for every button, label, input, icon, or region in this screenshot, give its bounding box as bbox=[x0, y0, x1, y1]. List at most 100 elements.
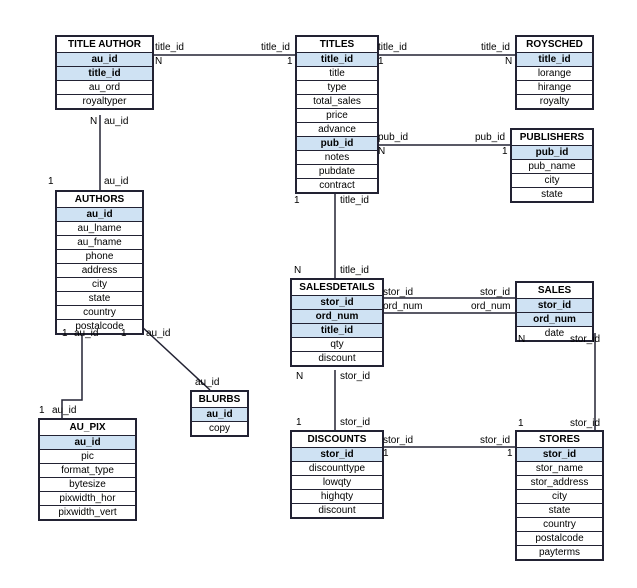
entity-header: AUTHORS bbox=[57, 192, 142, 208]
entity-column: au_id bbox=[57, 208, 142, 222]
entity-column: country bbox=[57, 306, 142, 320]
entity-column: discounttype bbox=[292, 462, 382, 476]
entity-column: ord_num bbox=[292, 310, 382, 324]
entity-column: postalcode bbox=[517, 532, 602, 546]
entity-column: notes bbox=[297, 151, 377, 165]
rel-card: 1 bbox=[378, 56, 384, 67]
entity-column: stor_address bbox=[517, 476, 602, 490]
entity-header: TITLES bbox=[297, 37, 377, 53]
entity-column: au_ord bbox=[57, 81, 152, 95]
rel-label: au_id bbox=[195, 377, 219, 388]
entity-column: advance bbox=[297, 123, 377, 137]
entity-column: state bbox=[512, 188, 592, 201]
entity-column: pubdate bbox=[297, 165, 377, 179]
rel-card: 1 bbox=[502, 146, 508, 157]
rel-card: 1 bbox=[62, 328, 68, 339]
entity-header: AU_PIX bbox=[40, 420, 135, 436]
rel-label: ord_num bbox=[471, 301, 510, 312]
entity-header: DISCOUNTS bbox=[292, 432, 382, 448]
rel-card: N bbox=[90, 116, 97, 127]
entity-column: discount bbox=[292, 504, 382, 517]
entity-column: type bbox=[297, 81, 377, 95]
rel-card: 1 bbox=[507, 448, 513, 459]
entity-column: total_sales bbox=[297, 95, 377, 109]
rel-label: au_id bbox=[74, 328, 98, 339]
entity-column: phone bbox=[57, 250, 142, 264]
entity-column: format_type bbox=[40, 464, 135, 478]
entity-column: title_id bbox=[292, 324, 382, 338]
rel-label: pub_id bbox=[378, 132, 408, 143]
entity-header: STORES bbox=[517, 432, 602, 448]
rel-label: pub_id bbox=[475, 132, 505, 143]
rel-label: stor_id bbox=[340, 371, 370, 382]
entity-header: BLURBS bbox=[192, 392, 247, 408]
rel-card: 1 bbox=[48, 176, 54, 187]
rel-label: title_id bbox=[155, 42, 184, 53]
entity-column: stor_id bbox=[517, 448, 602, 462]
entity-header: SALESDETAILS bbox=[292, 280, 382, 296]
entity-column: bytesize bbox=[40, 478, 135, 492]
entity-column: highqty bbox=[292, 490, 382, 504]
rel-card: 1 bbox=[39, 405, 45, 416]
entity-titles: TITLEStitle_idtitletypetotal_salespricea… bbox=[295, 35, 379, 194]
rel-label: stor_id bbox=[480, 287, 510, 298]
rel-card: N bbox=[505, 56, 512, 67]
entity-column: payterms bbox=[517, 546, 602, 559]
entity-column: hirange bbox=[517, 81, 592, 95]
rel-card: N bbox=[296, 371, 303, 382]
rel-label: au_id bbox=[104, 176, 128, 187]
rel-label: stor_id bbox=[570, 418, 600, 429]
entity-column: pub_id bbox=[297, 137, 377, 151]
entity-column: contract bbox=[297, 179, 377, 192]
entity-column: au_fname bbox=[57, 236, 142, 250]
entity-title-author: TITLE AUTHORau_idtitle_idau_ordroyaltype… bbox=[55, 35, 154, 110]
rel-card: N bbox=[518, 334, 525, 345]
entity-column: discount bbox=[292, 352, 382, 365]
rel-label: au_id bbox=[146, 328, 170, 339]
entity-header: SALES bbox=[517, 283, 592, 299]
entity-column: royaltyper bbox=[57, 95, 152, 108]
rel-label: ord_num bbox=[383, 301, 422, 312]
entity-discounts: DISCOUNTSstor_iddiscounttypelowqtyhighqt… bbox=[290, 430, 384, 519]
entity-stores: STORESstor_idstor_namestor_addresscityst… bbox=[515, 430, 604, 561]
rel-label: title_id bbox=[261, 42, 290, 53]
entity-column: title_id bbox=[297, 53, 377, 67]
entity-publishers: PUBLISHERSpub_idpub_namecitystate bbox=[510, 128, 594, 203]
entity-column: pic bbox=[40, 450, 135, 464]
entity-authors: AUTHORSau_idau_lnameau_fnamephoneaddress… bbox=[55, 190, 144, 335]
entity-column: city bbox=[512, 174, 592, 188]
rel-label: stor_id bbox=[340, 417, 370, 428]
rel-card: 1 bbox=[287, 56, 293, 67]
rel-card: 1 bbox=[383, 448, 389, 459]
entity-column: au_id bbox=[57, 53, 152, 67]
entity-column: pub_name bbox=[512, 160, 592, 174]
entity-header: PUBLISHERS bbox=[512, 130, 592, 146]
entity-roysched: ROYSCHEDtitle_idlorangehirangeroyalty bbox=[515, 35, 594, 110]
entity-column: stor_name bbox=[517, 462, 602, 476]
entity-column: au_id bbox=[40, 436, 135, 450]
entity-column: state bbox=[517, 504, 602, 518]
rel-card: 1 bbox=[294, 195, 300, 206]
entity-column: title_id bbox=[57, 67, 152, 81]
entity-salesdetails: SALESDETAILSstor_idord_numtitle_idqtydis… bbox=[290, 278, 384, 367]
entity-column: title bbox=[297, 67, 377, 81]
entity-column: pub_id bbox=[512, 146, 592, 160]
rel-label: title_id bbox=[481, 42, 510, 53]
entity-column: country bbox=[517, 518, 602, 532]
rel-card: N bbox=[294, 265, 301, 276]
entity-header: ROYSCHED bbox=[517, 37, 592, 53]
entity-sales: SALESstor_idord_numdate bbox=[515, 281, 594, 342]
entity-column: stor_id bbox=[292, 448, 382, 462]
entity-column: lowqty bbox=[292, 476, 382, 490]
entity-column: address bbox=[57, 264, 142, 278]
entity-au-pix: AU_PIXau_idpicformat_typebytesizepixwidt… bbox=[38, 418, 137, 521]
entity-column: city bbox=[517, 490, 602, 504]
entity-blurbs: BLURBSau_idcopy bbox=[190, 390, 249, 437]
entity-column: stor_id bbox=[517, 299, 592, 313]
rel-card: 1 bbox=[518, 418, 524, 429]
entity-column: au_id bbox=[192, 408, 247, 422]
entity-column: stor_id bbox=[292, 296, 382, 310]
entity-column: title_id bbox=[517, 53, 592, 67]
rel-label: stor_id bbox=[383, 287, 413, 298]
rel-label: stor_id bbox=[570, 334, 600, 345]
